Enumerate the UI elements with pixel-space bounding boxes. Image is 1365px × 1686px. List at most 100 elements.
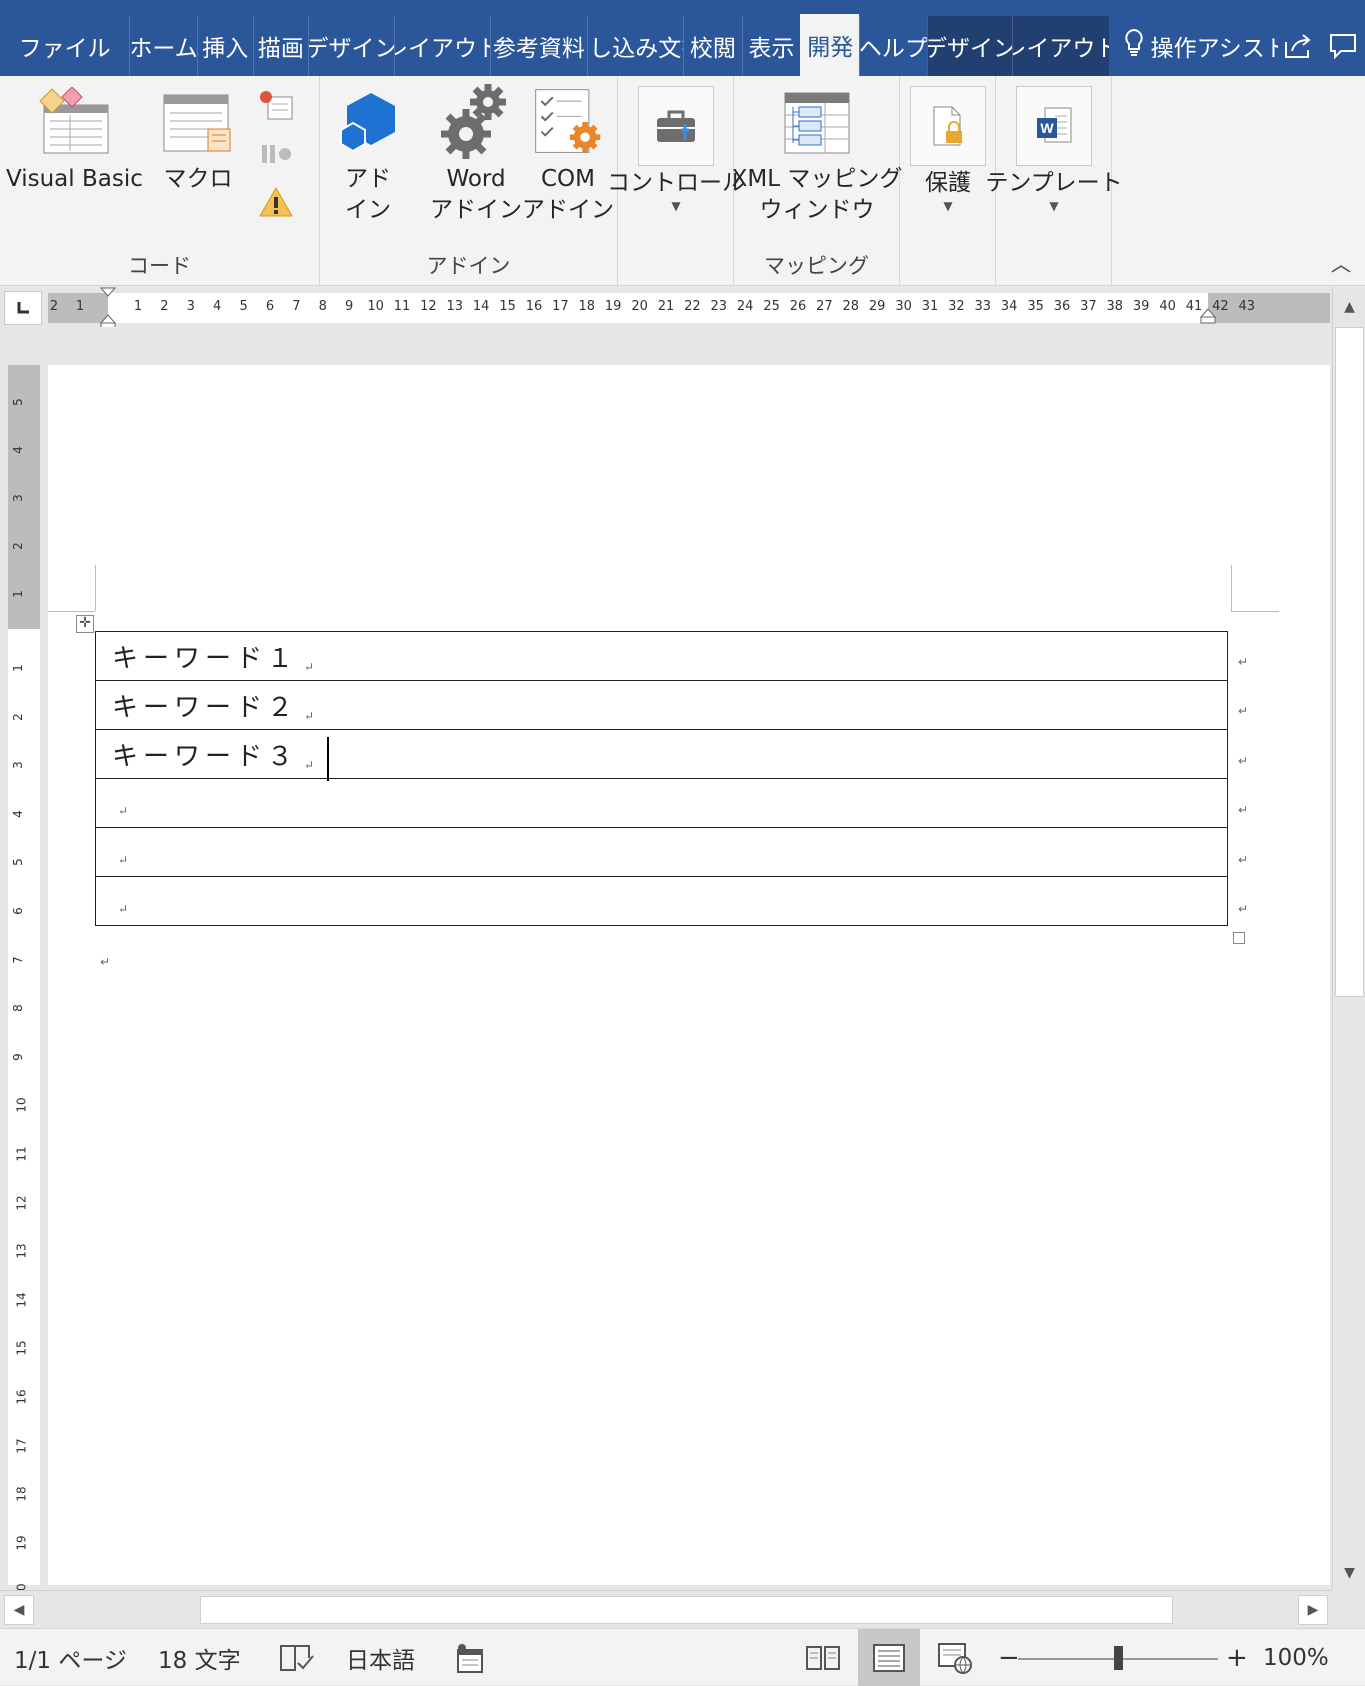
macro-security-icon[interactable]: [256, 182, 296, 222]
table-cell[interactable]: ↵: [95, 876, 1228, 926]
ruler-number: 36: [1053, 299, 1071, 314]
ruler-number: 1: [75, 299, 85, 314]
accessibility-icon[interactable]: [454, 1629, 486, 1686]
ruler-number: 18: [578, 299, 596, 314]
tab-insert[interactable]: 挿入: [196, 16, 253, 76]
read-mode-icon[interactable]: [792, 1629, 854, 1686]
visual-basic-button[interactable]: Visual Basic: [6, 82, 143, 195]
table-cell[interactable]: ↵: [95, 778, 1228, 828]
row-end-mark: ↵: [1238, 803, 1249, 817]
horizontal-scroll-thumb[interactable]: [200, 1596, 1173, 1624]
text-cursor: [327, 737, 329, 781]
group-code: Visual Basic マクロ コード: [0, 76, 320, 286]
table-resize-handle[interactable]: [1233, 932, 1245, 944]
share-icon[interactable]: [1278, 16, 1322, 76]
crop-mark: [1231, 611, 1279, 612]
table-cell[interactable]: キーワード３ ↵: [95, 729, 1228, 779]
zoom-slider-thumb[interactable]: [1114, 1646, 1123, 1670]
ruler-number: 6: [265, 299, 275, 314]
collapse-ribbon-icon[interactable]: ︿: [1331, 248, 1351, 277]
tab-view[interactable]: 表示: [741, 16, 801, 76]
ruler-number: 12: [420, 299, 437, 314]
addins-hexagon-icon: [330, 82, 406, 162]
table-cell[interactable]: キーワード１ ↵: [95, 631, 1228, 681]
macro-button[interactable]: マクロ: [160, 82, 236, 195]
horizontal-ruler[interactable]: 2 1 1 2 3 4 5 6 7 8 9 10 11 12 13 14 15 16 17 18 19 20 21 22 23 2…: [48, 287, 1330, 330]
ruler-number: 31: [921, 299, 939, 314]
tab-table-layout[interactable]: レイアウト: [1012, 16, 1109, 76]
ruler-number: 27: [816, 299, 833, 314]
ruler-number: 12: [14, 1194, 29, 1211]
protect-button[interactable]: 保護 ▼: [900, 82, 996, 213]
ruler-number: 8: [10, 1004, 25, 1013]
tab-help[interactable]: ヘルプ: [859, 16, 927, 76]
language-indicator[interactable]: 日本語: [346, 1629, 415, 1686]
right-indent-marker-icon[interactable]: [1200, 307, 1216, 325]
tab-references[interactable]: 参考資料: [490, 16, 586, 76]
zoom-out-icon[interactable]: −: [998, 1629, 1020, 1686]
print-layout-icon[interactable]: [858, 1629, 920, 1686]
table-cell[interactable]: キーワード２ ↵: [95, 680, 1228, 730]
proofing-icon[interactable]: [278, 1629, 316, 1686]
word-addins-button[interactable]: Word アドイン: [430, 82, 522, 226]
template-button[interactable]: W テンプレート ▼: [985, 82, 1123, 213]
zoom-level[interactable]: 100%: [1263, 1629, 1329, 1686]
tab-layout[interactable]: レイアウト: [393, 16, 490, 76]
table-move-handle-icon[interactable]: ✛: [76, 615, 94, 633]
row-end-mark: ↵: [1238, 655, 1249, 669]
tell-me-box[interactable]: 操作アシスト: [1109, 16, 1278, 76]
tab-file[interactable]: ファイル: [0, 16, 129, 76]
ruler-number: 2: [160, 299, 169, 314]
tab-design[interactable]: デザイン: [308, 16, 394, 76]
tab-mailings[interactable]: 差し込み文書: [586, 16, 683, 76]
com-addins-button[interactable]: COM アドイン: [522, 82, 614, 226]
pause-recording-icon[interactable]: [256, 134, 296, 174]
template-dropdown-icon: ▼: [1049, 199, 1059, 213]
scroll-left-arrow-icon[interactable]: ◀: [4, 1595, 34, 1625]
vertical-ruler[interactable]: 543211234567891011121314151617181920: [4, 365, 44, 1599]
ruler-number: 14: [472, 299, 490, 314]
table-row: ↵: [95, 876, 1228, 926]
web-layout-icon[interactable]: [924, 1629, 986, 1686]
horizontal-scrollbar[interactable]: ◀ ▶: [0, 1590, 1332, 1628]
controls-button[interactable]: コントロール ▼: [607, 82, 745, 213]
ruler-number: 13: [446, 299, 464, 314]
scroll-right-arrow-icon[interactable]: ▶: [1298, 1595, 1328, 1625]
ruler-number: 4: [10, 446, 25, 454]
tab-home[interactable]: ホーム: [129, 16, 197, 76]
scroll-up-arrow-icon[interactable]: ▲: [1333, 291, 1365, 323]
scroll-down-arrow-icon[interactable]: ▼: [1333, 1557, 1365, 1589]
tab-draw[interactable]: 描画: [252, 16, 309, 76]
group-mapping-label: マッピング: [764, 254, 869, 278]
vertical-scrollbar[interactable]: ▲ ▼: [1332, 287, 1365, 1590]
document-area: ✛ キーワード１ ↵ キーワード２ ↵ キーワード３ ↵ ↵ ↵ ↵ ↵ ↵ ↵ ↵ …: [48, 327, 1330, 1585]
ribbon-tab-bar: ファイル ホーム 挿入 描画 デザイン レイアウト 参考資料 差し込み文書 校閲…: [0, 0, 1365, 76]
ruler-number: 15: [14, 1340, 29, 1357]
ruler-number: 4: [10, 809, 25, 818]
record-macro-icon[interactable]: [256, 86, 296, 126]
table-row: キーワード３ ↵: [95, 729, 1228, 779]
comments-icon[interactable]: [1321, 16, 1365, 76]
ruler-number: 35: [1027, 299, 1044, 314]
xml-mapping-button[interactable]: XML マッピング ウィンドウ: [732, 82, 902, 226]
crop-mark: [48, 611, 95, 612]
addins-button[interactable]: アド イン: [330, 82, 406, 226]
group-protect: 保護 ▼: [900, 76, 996, 286]
ruler-number: 15: [499, 299, 516, 314]
ruler-number: 32: [948, 299, 965, 314]
tab-developer[interactable]: 開発: [800, 14, 860, 76]
ruler-number: 21: [657, 299, 675, 314]
keyword-table[interactable]: キーワード１ ↵ キーワード２ ↵ キーワード３ ↵ ↵ ↵ ↵: [95, 631, 1228, 926]
table-cell[interactable]: ↵: [95, 827, 1228, 877]
document-page[interactable]: ✛ キーワード１ ↵ キーワード２ ↵ キーワード３ ↵ ↵ ↵ ↵ ↵ ↵ ↵ ↵ …: [48, 365, 1330, 1585]
page-count[interactable]: 1/1 ページ: [14, 1629, 127, 1686]
ruler-number: 19: [14, 1535, 29, 1551]
zoom-in-icon[interactable]: +: [1226, 1629, 1248, 1686]
tab-table-design[interactable]: デザイン: [926, 16, 1013, 76]
ruler-number: 1: [10, 664, 25, 672]
vertical-scroll-thumb[interactable]: [1335, 327, 1364, 997]
word-count[interactable]: 18 文字: [158, 1629, 241, 1686]
tab-selector-button[interactable]: [4, 291, 42, 325]
indent-marker-icon[interactable]: [100, 287, 116, 331]
tab-review[interactable]: 校閲: [683, 16, 742, 76]
